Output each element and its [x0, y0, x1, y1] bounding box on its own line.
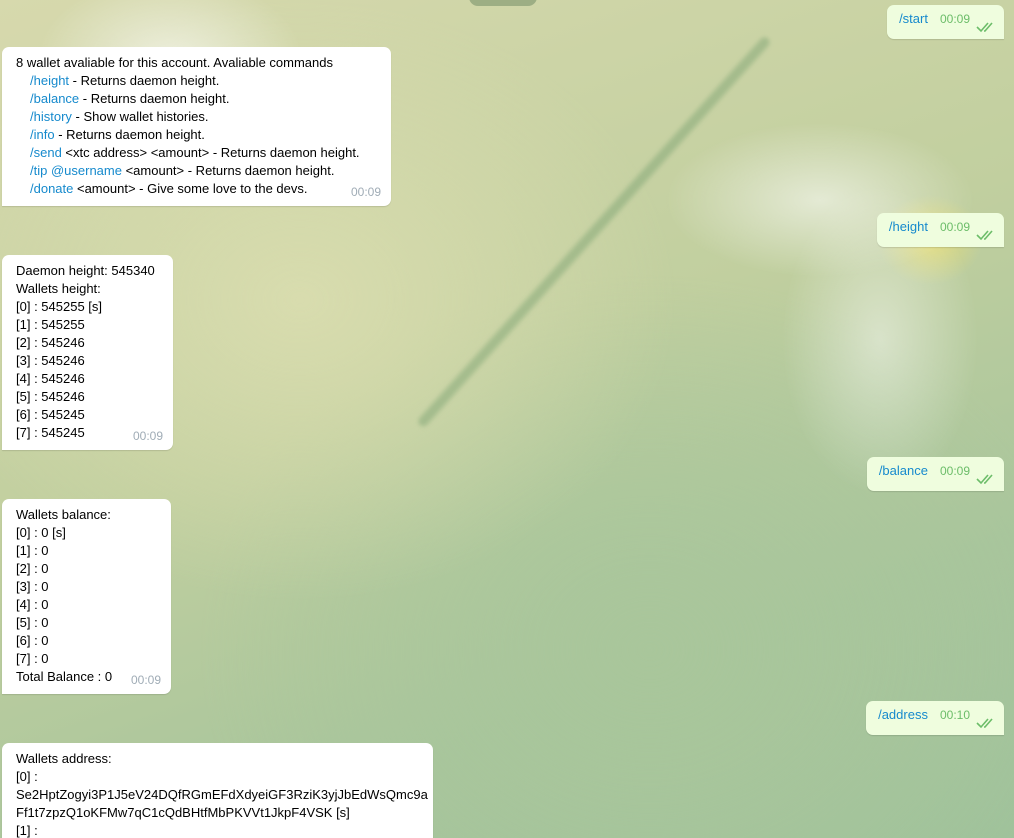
wallet-address[interactable]: Ff1t7zpzQ1oKFMw7qC1cQdBHtfMbPKVVt1JkpF4V…: [16, 804, 421, 822]
command-row: /donate <amount> - Give some love to the…: [16, 180, 379, 198]
incoming-message: 8 wallet avaliable for this account. Ava…: [2, 47, 391, 206]
message-time: 00:09: [132, 429, 163, 443]
message-time: 00:10: [939, 708, 970, 722]
command-description: - Returns daemon height.: [69, 73, 220, 88]
wallet-address[interactable]: Se2HptZogyi3P1J5eV24DQfRGmEFdXdyeiGF3Rzi…: [16, 786, 428, 804]
command-row: /height - Returns daemon height.: [16, 72, 379, 90]
message-line: [0] : 0 [s]: [16, 525, 66, 540]
message-time: 00:09: [939, 220, 970, 234]
message-line: [1] : 545255: [16, 317, 85, 332]
command-link[interactable]: /send: [30, 145, 62, 160]
command-row: /info - Returns daemon height.: [16, 126, 379, 144]
command-link[interactable]: /address: [878, 707, 928, 722]
command-link[interactable]: /height: [30, 73, 69, 88]
outgoing-message: /height 00:09: [876, 213, 1004, 247]
double-check-icon: [976, 718, 993, 729]
message-line: [5] : 545246: [16, 389, 85, 404]
message-text: 8 wallet avaliable for this account. Ava…: [16, 55, 333, 70]
command-description: <amount> - Returns daemon height.: [121, 163, 335, 178]
command-row: /tip @username <amount> - Returns daemon…: [16, 162, 379, 180]
command-row: /history - Show wallet histories.: [16, 108, 379, 126]
message-line: [1] : 0: [16, 543, 49, 558]
command-link[interactable]: /height: [889, 219, 928, 234]
command-description: <amount> - Give some love to the devs.: [73, 181, 308, 196]
outgoing-message: /balance 00:09: [866, 457, 1004, 491]
incoming-message: Wallets balance: [0] : 0 [s] [1] : 0 [2]…: [2, 499, 171, 694]
command-link[interactable]: /tip @username: [30, 163, 122, 178]
double-check-icon: [976, 230, 993, 241]
command-link[interactable]: /start: [899, 11, 928, 26]
message-line: Wallets balance:: [16, 507, 111, 522]
command-row: /send <xtc address> <amount> - Returns d…: [16, 144, 379, 162]
command-link[interactable]: /balance: [30, 91, 79, 106]
command-link[interactable]: /info: [30, 127, 55, 142]
outgoing-message: /address 00:10: [866, 701, 1004, 735]
command-link[interactable]: /donate: [30, 181, 73, 196]
message-line: [3] : 545246: [16, 353, 85, 368]
message-time: 00:09: [939, 12, 970, 26]
message-line: [0] :: [16, 769, 38, 784]
command-description: - Show wallet histories.: [71, 109, 209, 124]
command-link[interactable]: /balance: [879, 463, 928, 478]
message-line: [6] : 0: [16, 633, 49, 648]
double-check-icon: [976, 474, 993, 485]
message-line: [4] : 0: [16, 597, 49, 612]
incoming-message: Daemon height: 545340 Wallets height: [0…: [2, 255, 173, 450]
message-time: 00:09: [939, 464, 970, 478]
date-pill: [469, 0, 537, 6]
message-time: 00:09: [350, 185, 381, 199]
message-line: [5] : 0: [16, 615, 49, 630]
message-line: [1] :: [16, 823, 38, 838]
double-check-icon: [976, 22, 993, 33]
message-line: Daemon height: 545340: [16, 263, 155, 278]
command-description: <xtc address> <amount> - Returns daemon …: [61, 145, 360, 160]
command-link[interactable]: /history: [30, 109, 72, 124]
incoming-message: Wallets address: [0] : Se2HptZogyi3P1J5e…: [2, 743, 433, 838]
message-line: [2] : 0: [16, 561, 49, 576]
message-line: [4] : 545246: [16, 371, 85, 386]
command-row: /balance - Returns daemon height.: [16, 90, 379, 108]
command-description: - Returns daemon height.: [79, 91, 230, 106]
message-line: Wallets height:: [16, 281, 101, 296]
command-description: - Returns daemon height.: [54, 127, 205, 142]
message-line: [0] : 545255 [s]: [16, 299, 103, 314]
message-time: 00:09: [130, 673, 161, 687]
message-line: [2] : 545246: [16, 335, 85, 350]
message-line: [7] : 0: [16, 651, 49, 666]
outgoing-message: /start 00:09: [887, 5, 1004, 39]
message-line: [3] : 0: [16, 579, 49, 594]
message-line: Wallets address:: [16, 751, 112, 766]
background-decoration: [416, 35, 772, 429]
message-line: [6] : 545245: [16, 407, 85, 422]
